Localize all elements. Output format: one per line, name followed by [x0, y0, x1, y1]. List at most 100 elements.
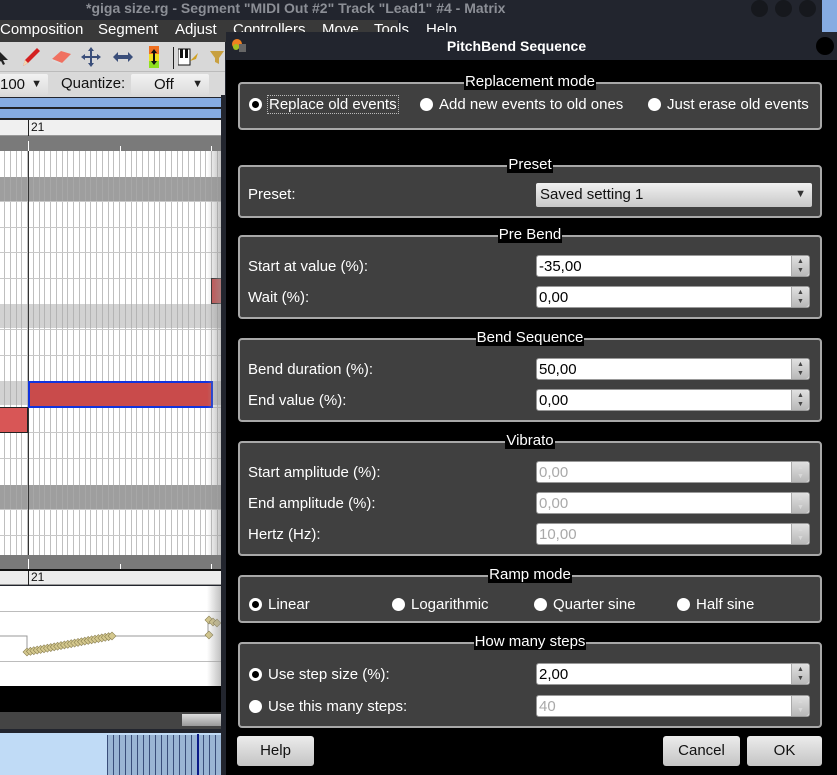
radio-indicator	[677, 598, 690, 611]
matrix-note-grid[interactable]	[0, 151, 221, 555]
close-window-button[interactable]	[799, 0, 816, 17]
spin-arrows-icon[interactable]: ▲ ▼	[791, 287, 809, 307]
overview-beat-line	[185, 735, 186, 775]
grid-line	[188, 151, 189, 555]
replacement-mode-group: Replacement mode Replace old events Add …	[238, 73, 822, 130]
spin-arrows-icon[interactable]: ▲ ▼	[791, 524, 809, 544]
spin-arrows-icon[interactable]: ▲ ▼	[791, 664, 809, 684]
bar-number: 21	[31, 570, 45, 584]
pencil-icon[interactable]	[20, 46, 42, 68]
grid-line	[119, 151, 120, 555]
vibrato-group: Vibrato Start amplitude (%): 0,00 ▲ ▼ End…	[238, 432, 822, 556]
bend-duration-label: Bend duration (%):	[248, 361, 374, 378]
radio-label: Use step size (%):	[268, 666, 390, 683]
grid-line	[108, 151, 109, 555]
spin-arrows-icon[interactable]: ▲ ▼	[791, 359, 809, 379]
playback-position-pointer[interactable]	[197, 734, 199, 775]
select-arrow-icon[interactable]	[0, 46, 14, 68]
grid-line	[154, 151, 155, 555]
scrollbar-handle[interactable]	[182, 714, 221, 726]
hertz-spinbox[interactable]: 10,00 ▲ ▼	[536, 523, 810, 545]
grid-line	[56, 151, 57, 555]
window-titlebar: *giga size.rg - Segment "MIDI Out #2" Tr…	[0, 0, 837, 19]
wait-label: Wait (%):	[248, 289, 310, 306]
bar-ruler[interactable]: 21	[0, 120, 225, 136]
group-legend: Bend Sequence	[475, 329, 585, 346]
spin-arrows-icon[interactable]: ▲ ▼	[791, 493, 809, 513]
quantize-value: Off	[154, 76, 174, 93]
menu-composition[interactable]: Composition	[0, 21, 83, 38]
radio-linear[interactable]: Linear	[249, 596, 310, 613]
move-icon[interactable]	[80, 46, 102, 68]
group-legend: How many steps	[473, 633, 587, 650]
spin-arrows-icon[interactable]: ▲ ▼	[791, 696, 809, 716]
dialog-close-button[interactable]	[816, 37, 834, 55]
spinbox-value: 0,00	[539, 464, 569, 481]
radio-logarithmic[interactable]: Logarithmic	[392, 596, 489, 613]
spinbox-value: 2,00	[539, 666, 569, 683]
bend-duration-spinbox[interactable]: 50,00 ▲ ▼	[536, 358, 810, 380]
start-amplitude-spinbox[interactable]: 0,00 ▲ ▼	[536, 461, 810, 483]
radio-replace-old-events[interactable]: Replace old events	[249, 95, 399, 114]
grid-line	[4, 151, 5, 555]
pitchbend-controller-ruler[interactable]	[0, 586, 221, 686]
pre-bend-group: Pre Bend Start at value (%): -35,00 ▲ ▼ W…	[238, 226, 822, 319]
grid-line	[50, 151, 51, 555]
preset-combo[interactable]: Saved setting 1 ▼	[536, 183, 812, 207]
overview-beat-line	[215, 735, 216, 775]
step-count-spinbox[interactable]: 40 ▲ ▼	[536, 695, 810, 717]
menu-segment[interactable]: Segment	[98, 21, 158, 38]
step-size-spinbox[interactable]: 2,00 ▲ ▼	[536, 663, 810, 685]
grid-line	[102, 151, 103, 555]
piano-keys-icon[interactable]	[178, 46, 200, 68]
spinbox-value: 0,00	[539, 495, 569, 512]
menu-adjust[interactable]: Adjust	[175, 21, 217, 38]
ramp-mode-group: Ramp mode Linear Logarithmic Quarter sin…	[238, 566, 822, 623]
radio-quarter-sine[interactable]: Quarter sine	[534, 596, 636, 613]
group-legend: Ramp mode	[488, 566, 572, 583]
chevron-down-icon: ▼	[192, 78, 203, 90]
end-amplitude-spinbox[interactable]: 0,00 ▲ ▼	[536, 492, 810, 514]
ok-button[interactable]: OK	[747, 736, 822, 766]
start-at-value-spinbox[interactable]: -35,00 ▲ ▼	[536, 255, 810, 277]
horizontal-scrollbar[interactable]	[0, 712, 221, 729]
radio-use-step-size[interactable]: Use step size (%):	[249, 666, 390, 683]
grid-line	[10, 151, 11, 555]
grid-line	[142, 151, 143, 555]
wait-spinbox[interactable]: 0,00 ▲ ▼	[536, 286, 810, 308]
overview-beat-line	[125, 735, 126, 775]
spin-arrows-icon[interactable]: ▲ ▼	[791, 390, 809, 410]
help-button[interactable]: Help	[237, 736, 314, 766]
selected-note-event[interactable]	[28, 381, 213, 408]
velocity-icon[interactable]	[143, 46, 165, 68]
radio-half-sine[interactable]: Half sine	[677, 596, 754, 613]
spin-arrows-icon[interactable]: ▲ ▼	[791, 256, 809, 276]
zoom-combo[interactable]: 100 ▼	[0, 74, 48, 95]
grid-line	[85, 151, 86, 555]
radio-use-this-many-steps[interactable]: Use this many steps:	[249, 698, 407, 715]
spinbox-value: -35,00	[539, 258, 582, 275]
end-value-spinbox[interactable]: 0,00 ▲ ▼	[536, 389, 810, 411]
resize-icon[interactable]	[112, 46, 134, 68]
segment-overview[interactable]	[0, 733, 221, 775]
radio-label: Add new events to old ones	[439, 96, 624, 113]
controller-ruler[interactable]: 21	[0, 570, 221, 585]
radio-label: Replace old events	[267, 95, 399, 114]
eraser-icon[interactable]	[50, 46, 72, 68]
radio-just-erase-old-events[interactable]: Just erase old events	[648, 96, 809, 113]
funnel-icon[interactable]	[206, 46, 228, 68]
quantize-combo[interactable]: Off ▼	[131, 74, 209, 95]
spin-arrows-icon[interactable]: ▲ ▼	[791, 462, 809, 482]
maximize-button[interactable]	[775, 0, 792, 17]
spinbox-value: 10,00	[539, 526, 577, 543]
minimize-button[interactable]	[751, 0, 768, 17]
radio-add-new-events[interactable]: Add new events to old ones	[420, 96, 623, 113]
bend-sequence-group: Bend Sequence Bend duration (%): 50,00 ▲…	[238, 329, 822, 422]
cancel-button[interactable]: Cancel	[663, 736, 740, 766]
beat-ruler-bottom[interactable]	[0, 555, 221, 571]
spinbox-value: 0,00	[539, 392, 569, 409]
dialog-titlebar: PitchBend Sequence	[226, 32, 837, 60]
note-event[interactable]	[0, 407, 28, 433]
spinbox-value: 0,00	[539, 289, 569, 306]
bar-marker	[28, 571, 29, 585]
